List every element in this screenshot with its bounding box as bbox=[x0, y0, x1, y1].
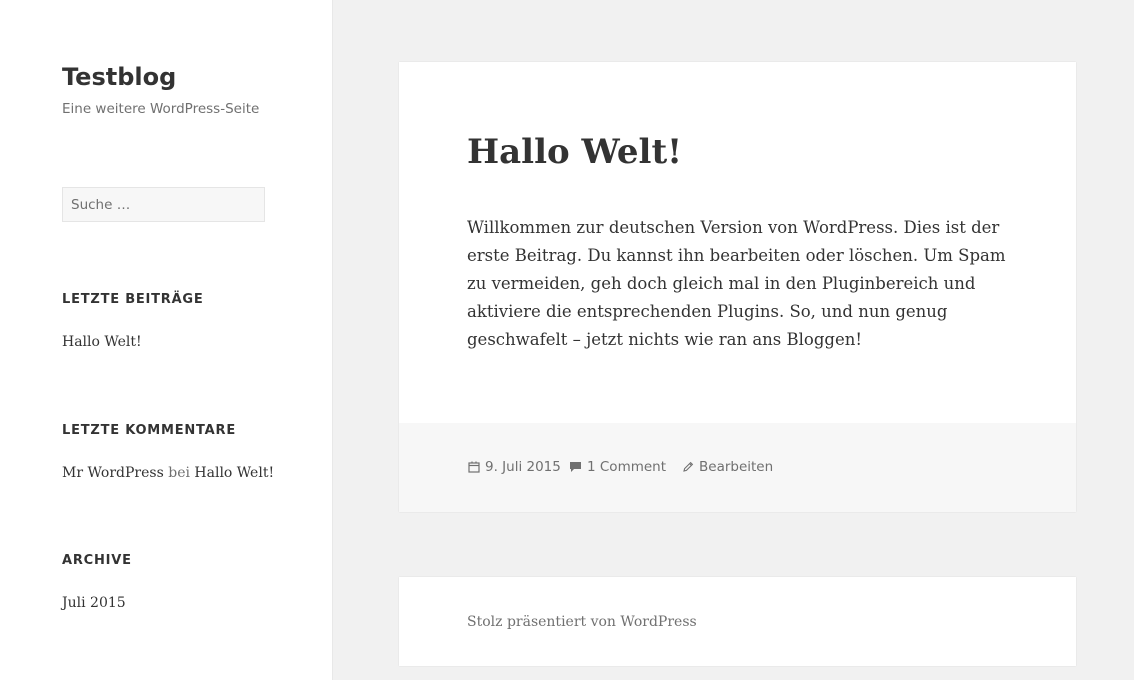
post-date-link[interactable]: 9. Juli 2015 bbox=[468, 457, 561, 477]
post-card: Hallo Welt! Willkommen zur deutschen Ver… bbox=[399, 62, 1076, 512]
post-date: 9. Juli 2015 bbox=[485, 459, 561, 475]
search-input[interactable] bbox=[62, 187, 265, 222]
sidebar: Testblog Eine weitere WordPress-Seite LE… bbox=[0, 0, 333, 680]
widget-title-recent-comments: LETZTE KOMMENTARE bbox=[62, 423, 236, 438]
post-edit-link[interactable]: Bearbeiten bbox=[682, 457, 773, 477]
site-title[interactable]: Testblog bbox=[62, 60, 176, 94]
post-title[interactable]: Hallo Welt! bbox=[467, 128, 682, 176]
post-comments-count: 1 Comment bbox=[587, 459, 667, 475]
comment-author-link[interactable]: Mr WordPress bbox=[62, 465, 164, 481]
widget-title-archive: ARCHIVE bbox=[62, 553, 132, 568]
pencil-icon bbox=[682, 461, 694, 473]
widget-title-recent-posts: LETZTE BEITRÄGE bbox=[62, 292, 204, 307]
recent-post-link[interactable]: Hallo Welt! bbox=[62, 331, 142, 353]
comment-bubble-icon bbox=[569, 461, 582, 473]
comment-separator: bei bbox=[168, 465, 190, 481]
post-content: Willkommen zur deutschen Version von Wor… bbox=[467, 218, 1006, 349]
calendar-icon bbox=[468, 461, 480, 473]
site-footer: Stolz präsentiert von WordPress bbox=[399, 577, 1076, 666]
site-tagline: Eine weitere WordPress-Seite bbox=[62, 101, 260, 117]
post-comments-link[interactable]: 1 Comment bbox=[569, 457, 666, 477]
footer-credit-link[interactable]: Stolz präsentiert von WordPress bbox=[467, 611, 697, 633]
comment-post-link[interactable]: Hallo Welt! bbox=[194, 465, 274, 481]
recent-comment-item: Mr WordPress bei Hallo Welt! bbox=[62, 462, 274, 484]
post-meta-bar: 9. Juli 2015 1 Comment Bearbeiten bbox=[399, 423, 1076, 512]
archive-link[interactable]: Juli 2015 bbox=[62, 592, 126, 614]
post-edit-label: Bearbeiten bbox=[699, 459, 774, 475]
